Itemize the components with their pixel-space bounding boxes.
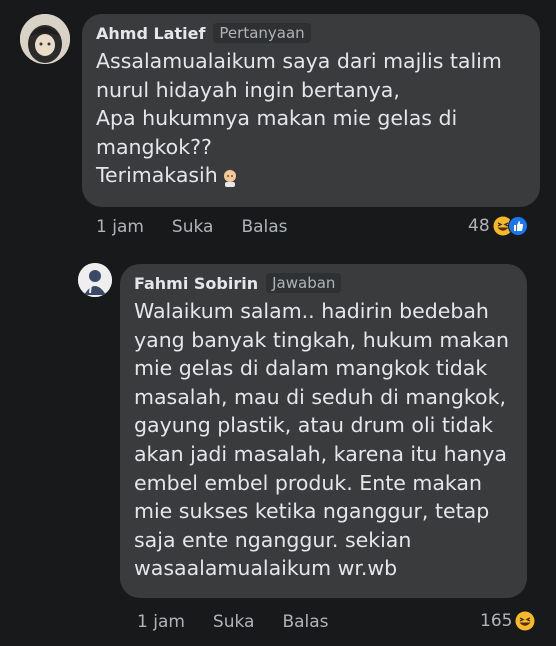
- reply-line: embel embel produk. Ente makan: [134, 470, 482, 495]
- reply-like-button[interactable]: Suka: [213, 612, 255, 632]
- comment-line: Terimakasih: [96, 163, 218, 188]
- reply-line: akan jadi masalah, karena itu hanya: [134, 441, 507, 466]
- reply-tag-badge: Jawaban: [266, 273, 342, 293]
- reply-reply-button[interactable]: Balas: [282, 612, 328, 632]
- reply-line: Walaikum salam.. hadirin bedebah: [134, 299, 489, 323]
- comment-bubble: Ahmd Latief Pertanyaan Assalamualaikum s…: [82, 14, 540, 207]
- reply-actions: 1 jam Suka Balas: [137, 612, 329, 632]
- boy-emoji-icon: [222, 169, 237, 187]
- reply-reaction-count: 165: [480, 611, 513, 631]
- comment-line: mangkok??: [96, 134, 212, 159]
- comment-line: Apa hukumnya makan mie gelas di: [96, 106, 458, 131]
- avatar-ahmd-latief[interactable]: [20, 14, 70, 64]
- avatar-person-icon: [78, 263, 112, 297]
- comment-like-button[interactable]: Suka: [172, 217, 214, 237]
- like-reaction-icon: [507, 216, 528, 236]
- reply-line: gayung plastik, atau drum oli tidak: [134, 413, 494, 438]
- reply-timestamp[interactable]: 1 jam: [137, 612, 185, 632]
- comment-reply-button[interactable]: Balas: [241, 217, 287, 237]
- reply-line: masalah, mau di seduh di mangkok,: [134, 384, 506, 409]
- reply-text: Walaikum salam.. hadirin bedebah yang ba…: [134, 297, 513, 583]
- comment-reactions[interactable]: 48: [468, 216, 528, 236]
- comment-reaction-count: 48: [468, 216, 490, 236]
- comment-line: Assalamualaikum saya dari majlis talim: [96, 49, 502, 73]
- reply-line: mie gelas di dalam mangkok tidak: [134, 356, 488, 381]
- reply-author-name[interactable]: Fahmi Sobirin: [134, 274, 258, 293]
- avatar-hijab-icon: [20, 14, 70, 64]
- reply-line: mie sukses ketika nganggur, tetap: [134, 499, 490, 524]
- comment-line: nurul hidayah ingin bertanya,: [96, 77, 400, 102]
- reply-line: wasaalamualaikum wr.wb: [134, 556, 398, 581]
- comment-tag-badge: Pertanyaan: [213, 23, 311, 43]
- comment-actions: 1 jam Suka Balas: [96, 217, 288, 237]
- reply-reactions[interactable]: 165: [480, 611, 535, 631]
- haha-reaction-icon: [515, 611, 535, 631]
- comment-author-name[interactable]: Ahmd Latief: [96, 24, 205, 43]
- reply-line: yang banyak tingkah, hukum makan: [134, 327, 510, 352]
- reply-header: Fahmi Sobirin Jawaban: [134, 273, 513, 293]
- comment-timestamp[interactable]: 1 jam: [96, 217, 144, 237]
- comment-text: Assalamualaikum saya dari majlis talim n…: [96, 47, 526, 190]
- reply-bubble: Fahmi Sobirin Jawaban Walaikum salam.. h…: [120, 264, 527, 598]
- comment-header: Ahmd Latief Pertanyaan: [96, 23, 526, 43]
- reply-line: saja ente nganggur. sekian: [134, 527, 412, 552]
- comment-line-last: Terimakasih: [96, 161, 526, 190]
- avatar-fahmi-sobirin[interactable]: [78, 263, 112, 297]
